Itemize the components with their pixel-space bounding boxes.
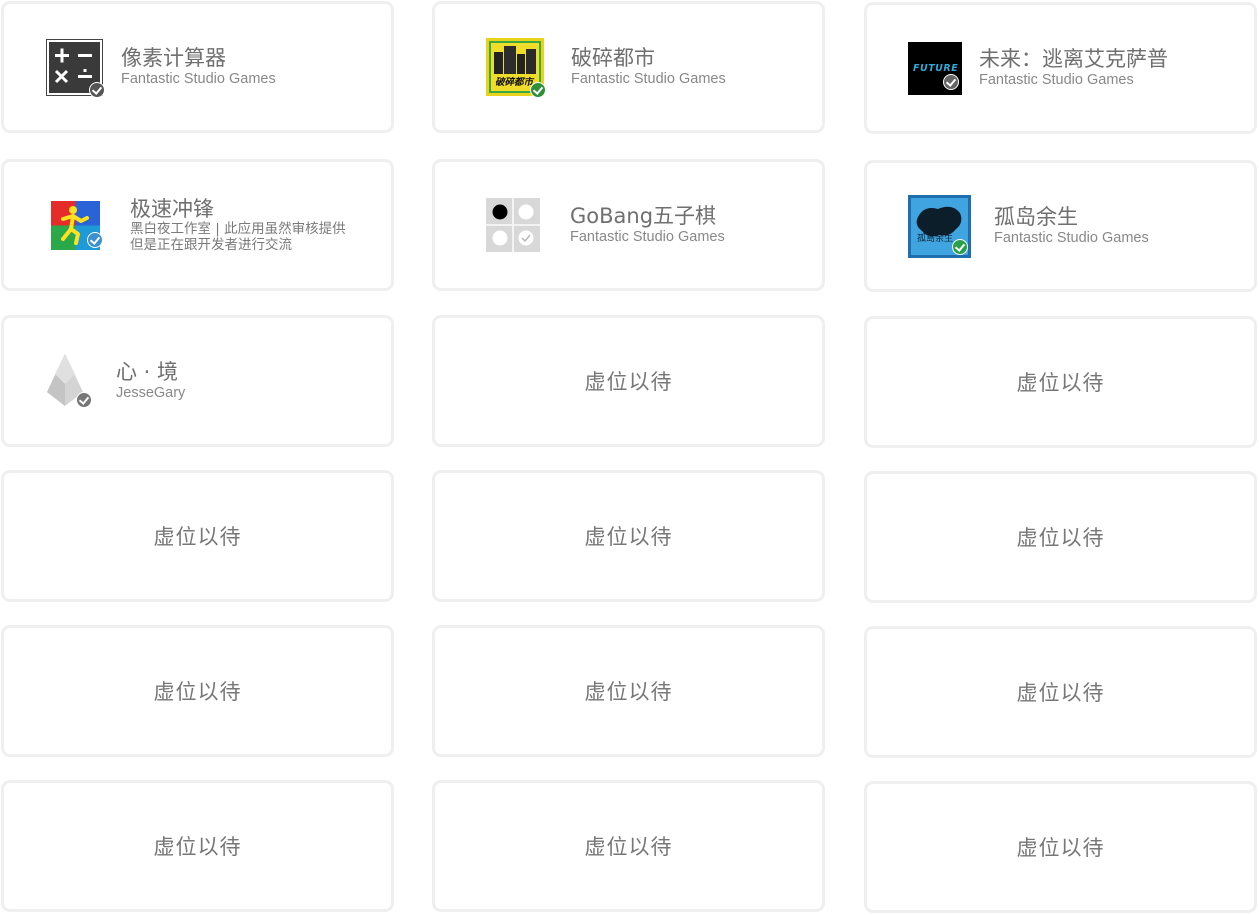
placeholder-card[interactable]: 虚位以待 bbox=[432, 315, 825, 447]
verified-badge-icon bbox=[943, 73, 959, 90]
placeholder-card[interactable]: 虚位以待 bbox=[432, 625, 825, 757]
running-man-icon bbox=[51, 200, 103, 250]
app-grid: 像素计算器 Fantastic Studio Games 破碎都市 破碎都市 F… bbox=[0, 0, 1259, 915]
app-card-xinjing[interactable]: 心 · 境 JesseGary bbox=[1, 315, 394, 447]
app-info: 破碎都市 Fantastic Studio Games bbox=[571, 46, 726, 88]
crystal-icon bbox=[45, 354, 92, 408]
island-icon: 孤島余生 bbox=[908, 194, 971, 258]
placeholder-label: 虚位以待 bbox=[153, 525, 242, 549]
app-card-gobang[interactable]: GoBang五子棋 Fantastic Studio Games bbox=[432, 159, 825, 291]
placeholder-card[interactable]: 虚位以待 bbox=[1, 780, 394, 912]
placeholder-card[interactable]: 虚位以待 bbox=[1, 470, 394, 602]
placeholder-label: 虚位以待 bbox=[1016, 681, 1105, 705]
app-title: 心 · 境 bbox=[116, 360, 179, 384]
future-icon: FUTURE bbox=[908, 41, 962, 95]
app-card-island[interactable]: 孤島余生 孤岛余生 Fantastic Studio Games bbox=[864, 160, 1257, 292]
broken-city-logo-text: 破碎都市 bbox=[495, 77, 534, 88]
app-info: 像素计算器 Fantastic Studio Games bbox=[121, 46, 276, 88]
verified-badge-icon bbox=[952, 238, 968, 255]
placeholder-label: 虚位以待 bbox=[584, 525, 673, 549]
broken-city-icon: 破碎都市 bbox=[486, 38, 546, 98]
placeholder-card[interactable]: 虚位以待 bbox=[432, 470, 825, 602]
placeholder-card[interactable]: 虚位以待 bbox=[864, 781, 1257, 913]
app-developer: Fantastic Studio Games bbox=[570, 229, 725, 245]
app-info: GoBang五子棋 Fantastic Studio Games bbox=[570, 204, 725, 246]
app-developer: Fantastic Studio Games bbox=[571, 71, 726, 87]
app-info: 心 · 境 JesseGary bbox=[116, 360, 185, 402]
verified-badge-icon bbox=[89, 81, 105, 98]
app-title: 像素计算器 bbox=[121, 46, 226, 70]
verified-badge-icon bbox=[530, 82, 546, 98]
app-title: 孤岛余生 bbox=[994, 205, 1078, 229]
island-logo-text: 孤島余生 bbox=[917, 233, 954, 244]
app-card-speed-charge[interactable]: 极速冲锋 黑白夜工作室 | 此应用虽然审核提供 但是正在跟开发者进行交流 bbox=[1, 159, 394, 291]
gobang-icon bbox=[486, 198, 540, 252]
future-logo-text: FUTURE bbox=[913, 62, 959, 74]
app-title: 破碎都市 bbox=[571, 46, 655, 70]
app-developer-line-1: 黑白夜工作室 | 此应用虽然审核提供 bbox=[130, 221, 346, 237]
placeholder-card[interactable]: 虚位以待 bbox=[864, 316, 1257, 448]
app-card-future[interactable]: FUTURE 未来：逃离艾克萨普 Fantastic Studio Games bbox=[864, 2, 1257, 134]
placeholder-card[interactable]: 虚位以待 bbox=[1, 625, 394, 757]
app-title: 未来：逃离艾克萨普 bbox=[979, 47, 1168, 71]
placeholder-label: 虚位以待 bbox=[584, 680, 673, 704]
verified-badge-icon bbox=[87, 231, 103, 248]
placeholder-card[interactable]: 虚位以待 bbox=[432, 780, 825, 912]
app-card-pixel-calculator[interactable]: 像素计算器 Fantastic Studio Games bbox=[1, 1, 394, 133]
app-title: GoBang五子棋 bbox=[570, 204, 717, 228]
app-info: 孤岛余生 Fantastic Studio Games bbox=[994, 205, 1149, 247]
app-developer: Fantastic Studio Games bbox=[979, 72, 1134, 88]
placeholder-label: 虚位以待 bbox=[153, 835, 242, 859]
placeholder-card[interactable]: 虚位以待 bbox=[864, 471, 1257, 603]
app-developer: JesseGary bbox=[116, 385, 186, 401]
app-card-broken-city[interactable]: 破碎都市 破碎都市 Fantastic Studio Games bbox=[432, 1, 825, 133]
placeholder-label: 虚位以待 bbox=[1016, 371, 1105, 395]
verified-badge-icon bbox=[76, 392, 92, 408]
app-title: 极速冲锋 bbox=[130, 197, 214, 221]
placeholder-card[interactable]: 虚位以待 bbox=[864, 626, 1257, 758]
calculator-icon bbox=[46, 38, 105, 98]
app-developer-line-2: 但是正在跟开发者进行交流 bbox=[130, 237, 292, 253]
placeholder-label: 虚位以待 bbox=[1016, 836, 1105, 860]
app-info: 极速冲锋 黑白夜工作室 | 此应用虽然审核提供 但是正在跟开发者进行交流 bbox=[130, 197, 346, 253]
placeholder-label: 虚位以待 bbox=[1016, 526, 1105, 550]
placeholder-label: 虚位以待 bbox=[584, 370, 673, 394]
placeholder-label: 虚位以待 bbox=[584, 835, 673, 859]
app-info: 未来：逃离艾克萨普 Fantastic Studio Games bbox=[979, 47, 1168, 89]
app-developer: Fantastic Studio Games bbox=[994, 230, 1149, 246]
app-developer: Fantastic Studio Games bbox=[121, 71, 276, 87]
placeholder-label: 虚位以待 bbox=[153, 680, 242, 704]
